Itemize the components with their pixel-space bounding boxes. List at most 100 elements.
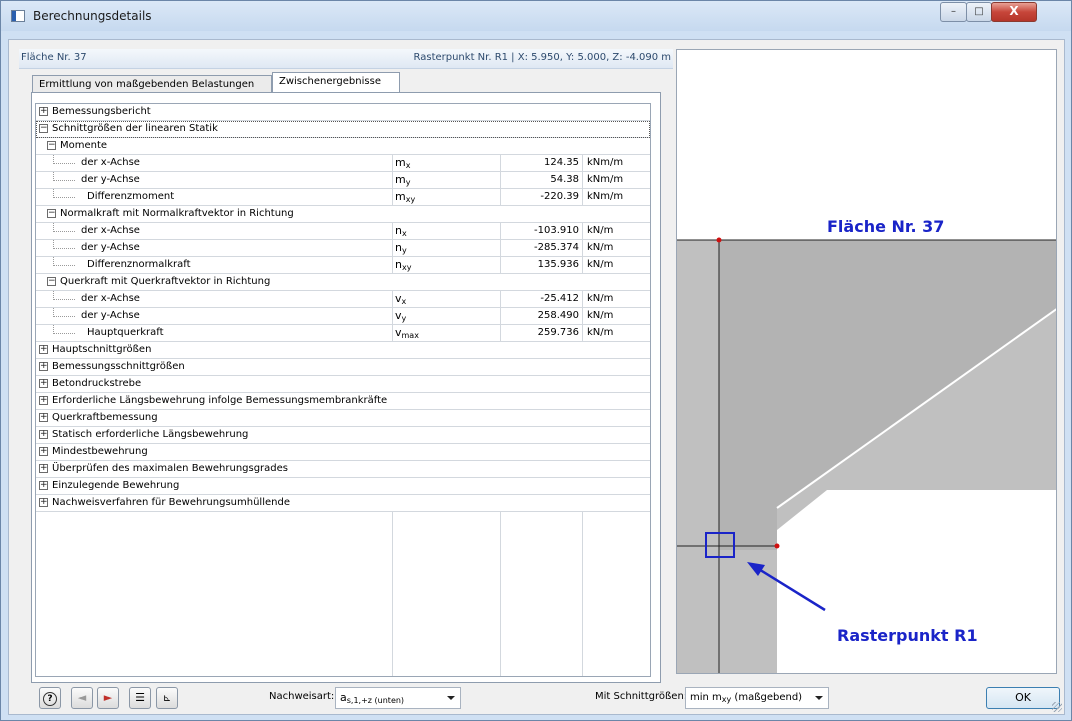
tree-row[interactable]: + Nachweisverfahren für Bewehrungsumhülle… bbox=[36, 495, 650, 512]
unit-cell: kNm/m bbox=[582, 189, 650, 205]
expand-icon[interactable]: + bbox=[39, 345, 48, 354]
ok-button[interactable]: OK bbox=[986, 687, 1060, 709]
row-label: der x-Achse bbox=[81, 293, 140, 304]
graphic-grid-point-label: Rasterpunkt R1 bbox=[837, 626, 978, 645]
tree-row[interactable]: − Schnittgrößen der linearen Statik bbox=[36, 121, 650, 138]
collapse-icon[interactable]: − bbox=[47, 141, 56, 150]
tab-intermediate-results[interactable]: Zwischenergebnisse bbox=[272, 72, 400, 94]
empty-column-divider bbox=[392, 512, 393, 676]
row-label: der y-Achse bbox=[81, 310, 140, 321]
tree-row[interactable]: Hauptquerkraft vmax 259.736 kN/m bbox=[36, 325, 650, 342]
tree-row[interactable]: + Querkraftbemessung bbox=[36, 410, 650, 427]
tree-row[interactable]: der y-Achse vy 258.490 kN/m bbox=[36, 308, 650, 325]
expand-icon[interactable]: + bbox=[39, 481, 48, 490]
tree-row[interactable]: der x-Achse mx 124.35 kNm/m bbox=[36, 155, 650, 172]
row-label: Überprüfen des maximalen Bewehrungsgrade… bbox=[52, 463, 289, 474]
tree-row[interactable]: Differenzmoment mxy -220.39 kNm/m bbox=[36, 189, 650, 206]
forces-value-subscript: xy bbox=[721, 695, 732, 704]
tree-row[interactable]: der x-Achse vx -25.412 kN/m bbox=[36, 291, 650, 308]
symbol-subscript: xy bbox=[405, 195, 416, 204]
minimize-button[interactable]: – bbox=[940, 2, 967, 22]
graphic-surface-title: Fläche Nr. 37 bbox=[827, 217, 945, 236]
symbol-main: n bbox=[395, 224, 402, 237]
unit-cell: kN/m bbox=[582, 257, 650, 273]
tree-connector-line bbox=[53, 180, 75, 181]
graphic-panel[interactable]: Fläche Nr. 37 Rasterpunkt R1 bbox=[676, 49, 1057, 674]
next-button[interactable]: ► bbox=[97, 687, 119, 709]
resize-grip[interactable] bbox=[1052, 702, 1062, 712]
symbol-cell: mxy bbox=[392, 189, 500, 205]
tree-row[interactable]: − Normalkraft mit Normalkraftvektor in Ri… bbox=[36, 206, 650, 223]
expand-icon[interactable]: + bbox=[39, 413, 48, 422]
verification-type-select[interactable]: as,1,+z (unten) bbox=[335, 687, 461, 709]
symbol-cell: vy bbox=[392, 308, 500, 324]
collapse-icon[interactable]: − bbox=[39, 124, 48, 133]
expand-icon[interactable]: + bbox=[39, 379, 48, 388]
tree-row[interactable]: der y-Achse my 54.38 kNm/m bbox=[36, 172, 650, 189]
row-label: Erforderliche Längsbewehrung infolge Bem… bbox=[52, 395, 388, 406]
tree-row[interactable]: + Betondruckstrebe bbox=[36, 376, 650, 393]
expand-icon[interactable]: + bbox=[39, 447, 48, 456]
collapse-icon[interactable]: − bbox=[47, 209, 56, 218]
tree-row[interactable]: + Einzulegende Bewehrung bbox=[36, 478, 650, 495]
title-bar[interactable]: Berechnungsdetails – □ X bbox=[1, 1, 1071, 31]
tree-row[interactable]: + Überprüfen des maximalen Bewehrungsgrad… bbox=[36, 461, 650, 478]
tree-row[interactable]: + Statisch erforderliche Längsbewehrung bbox=[36, 427, 650, 444]
tree-row[interactable]: der y-Achse ny -285.374 kN/m bbox=[36, 240, 650, 257]
expand-icon[interactable]: + bbox=[39, 464, 48, 473]
view-icon: ⊾ bbox=[162, 693, 172, 704]
row-label: Mindestbewehrung bbox=[52, 446, 148, 457]
maximize-button[interactable]: □ bbox=[966, 2, 992, 22]
verification-subscript: s,1,+z (unten) bbox=[346, 696, 405, 705]
window-icon bbox=[11, 10, 25, 22]
symbol-subscript: y bbox=[401, 314, 407, 323]
symbol-cell: my bbox=[392, 172, 500, 188]
grid-point-info: Rasterpunkt Nr. R1 | X: 5.950, Y: 5.000,… bbox=[413, 52, 672, 63]
unit-cell: kN/m bbox=[582, 291, 650, 307]
verification-symbol: a bbox=[340, 691, 347, 704]
row-label: Schnittgrößen der linearen Statik bbox=[52, 123, 218, 134]
value-cell: -103.910 bbox=[500, 223, 582, 239]
expand-icon[interactable]: + bbox=[39, 396, 48, 405]
symbol-main: m bbox=[395, 173, 406, 186]
value-cell: -220.39 bbox=[500, 189, 582, 205]
value-cell: -285.374 bbox=[500, 240, 582, 256]
expand-icon[interactable]: + bbox=[39, 430, 48, 439]
tree-connector-line bbox=[53, 333, 75, 334]
expand-icon[interactable]: + bbox=[39, 107, 48, 116]
tree-row[interactable]: Differenznormalkraft nxy 135.936 kN/m bbox=[36, 257, 650, 274]
value-cell: 258.490 bbox=[500, 308, 582, 324]
tree-row[interactable]: + Bemessungsbericht bbox=[36, 104, 650, 121]
bottom-toolbar: ? ◄ ► ☰ ⊾ Nachweisart: as,1,+z (unten) M… bbox=[19, 684, 1060, 710]
internal-forces-select[interactable]: min mxy (maßgebend) bbox=[685, 687, 829, 709]
row-label: Bemessungsbericht bbox=[52, 106, 151, 117]
symbol-main: v bbox=[395, 326, 402, 339]
symbol-main: m bbox=[395, 156, 406, 169]
tree-row[interactable]: der x-Achse nx -103.910 kN/m bbox=[36, 223, 650, 240]
collapse-icon[interactable]: − bbox=[47, 277, 56, 286]
tree-connector-line bbox=[53, 163, 75, 164]
tree-row[interactable]: + Mindestbewehrung bbox=[36, 444, 650, 461]
symbol-cell: nxy bbox=[392, 257, 500, 273]
symbol-subscript: xy bbox=[401, 263, 412, 272]
list-button[interactable]: ☰ bbox=[129, 687, 151, 709]
node-marker-right bbox=[774, 543, 780, 549]
row-label: Statisch erforderliche Längsbewehrung bbox=[52, 429, 249, 440]
tree-row[interactable]: + Bemessungsschnittgrößen bbox=[36, 359, 650, 376]
view-button[interactable]: ⊾ bbox=[156, 687, 178, 709]
dialog-client-area: Fläche Nr. 37 Rasterpunkt Nr. R1 | X: 5.… bbox=[8, 39, 1065, 715]
symbol-subscript: x bbox=[401, 229, 407, 238]
row-label: der y-Achse bbox=[81, 242, 140, 253]
tree-row[interactable]: − Momente bbox=[36, 138, 650, 155]
help-button[interactable]: ? bbox=[39, 687, 61, 709]
expand-icon[interactable]: + bbox=[39, 498, 48, 507]
expand-icon[interactable]: + bbox=[39, 362, 48, 371]
tree-row[interactable]: + Erforderliche Längsbewehrung infolge Be… bbox=[36, 393, 650, 410]
results-tree-grid[interactable]: + Bemessungsbericht − Schnittgrößen der lin… bbox=[35, 103, 651, 677]
list-icon: ☰ bbox=[135, 691, 145, 704]
symbol-subscript: y bbox=[405, 178, 411, 187]
tree-row[interactable]: − Querkraft mit Querkraftvektor in Richtu… bbox=[36, 274, 650, 291]
close-button[interactable]: X bbox=[991, 2, 1037, 22]
tree-row[interactable]: + Hauptschnittgrößen bbox=[36, 342, 650, 359]
previous-button[interactable]: ◄ bbox=[71, 687, 93, 709]
